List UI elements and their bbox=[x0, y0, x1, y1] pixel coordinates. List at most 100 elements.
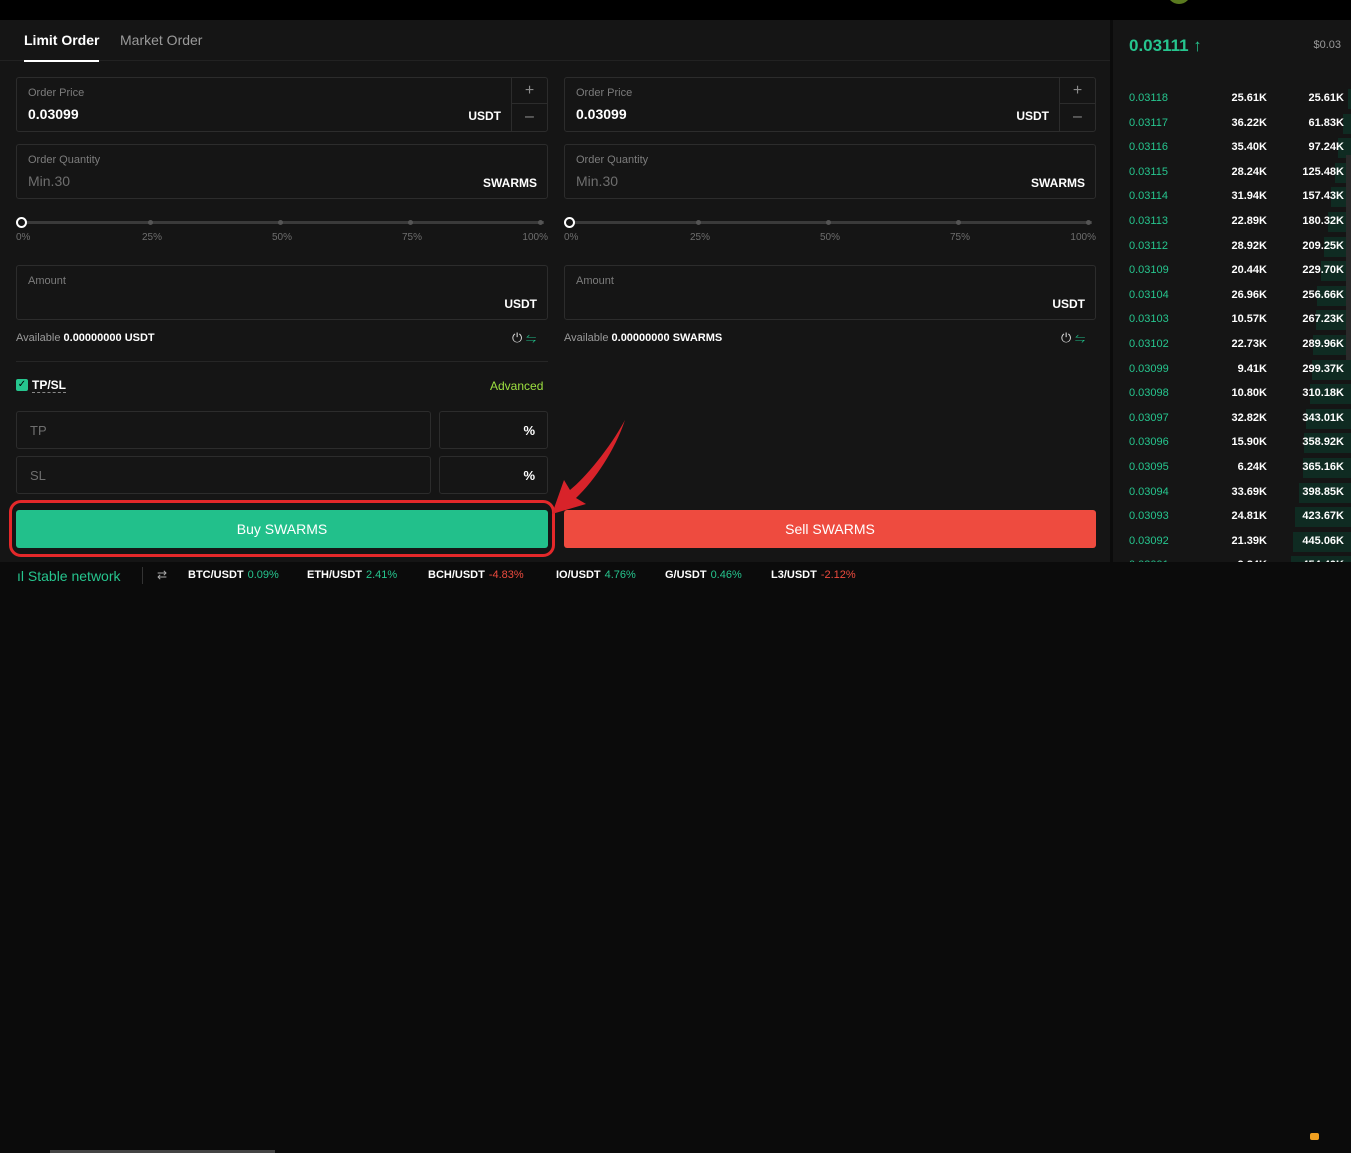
tab-market-order[interactable]: Market Order bbox=[120, 32, 202, 48]
sell-price-label: Order Price bbox=[576, 87, 633, 99]
sell-price-stepper: + – bbox=[1059, 78, 1095, 131]
trade-panel: Limit Order Market Order Order Price 0.0… bbox=[0, 20, 1110, 562]
order-size: 21.39K bbox=[1231, 534, 1267, 547]
sl-percent-unit: % bbox=[523, 468, 535, 483]
order-book-row[interactable]: 0.03112 28.92K 209.25K bbox=[1113, 235, 1351, 260]
slider-dot[interactable] bbox=[278, 220, 283, 225]
slider-dot[interactable] bbox=[538, 220, 543, 225]
order-total: 157.43K bbox=[1302, 190, 1344, 203]
tick-label: 100% bbox=[522, 232, 548, 243]
avatar[interactable] bbox=[1167, 0, 1191, 4]
order-book-row[interactable]: 0.03097 32.82K 343.01K bbox=[1113, 407, 1351, 432]
order-book-row[interactable]: 0.03118 25.61K 25.61K bbox=[1113, 87, 1351, 112]
buy-available: Available 0.00000000 USDT bbox=[16, 332, 155, 344]
tpsl-checkbox[interactable]: ✓ bbox=[16, 379, 28, 391]
order-book-row[interactable]: 0.03092 21.39K 445.06K bbox=[1113, 530, 1351, 555]
ticker-pair: BCH/USDT bbox=[428, 569, 485, 581]
order-book: 0.03111 ↑ $0.03 0.03118 25.61K 25.61K 0.031… bbox=[1113, 20, 1351, 577]
buy-price-value[interactable]: 0.03099 bbox=[28, 106, 79, 122]
tp-placeholder: TP bbox=[30, 423, 47, 438]
slider-knob[interactable] bbox=[16, 217, 27, 228]
order-type-tabs: Limit Order Market Order bbox=[0, 20, 1110, 62]
order-book-row[interactable]: 0.03094 33.69K 398.85K bbox=[1113, 481, 1351, 506]
tp-percent-input[interactable]: % bbox=[439, 411, 548, 449]
order-book-row[interactable]: 0.03104 26.96K 256.66K bbox=[1113, 284, 1351, 309]
depth-bar bbox=[1343, 113, 1351, 134]
order-book-row[interactable]: 0.03109 20.44K 229.70K bbox=[1113, 259, 1351, 284]
order-total: 310.18K bbox=[1302, 387, 1344, 400]
slider-dot[interactable] bbox=[696, 220, 701, 225]
ticker-item[interactable]: BCH/USDT -4.83% bbox=[428, 569, 524, 581]
advanced-link[interactable]: Advanced bbox=[490, 379, 543, 393]
buy-price-minus-button[interactable]: – bbox=[512, 104, 547, 130]
sell-price-minus-button[interactable]: – bbox=[1060, 104, 1095, 130]
order-book-row[interactable]: 0.03098 10.80K 310.18K bbox=[1113, 382, 1351, 407]
order-size: 25.61K bbox=[1231, 92, 1267, 104]
sl-input[interactable]: SL bbox=[16, 456, 431, 494]
buy-quantity-placeholder[interactable]: Min.30 bbox=[28, 173, 70, 189]
sell-price-plus-button[interactable]: + bbox=[1060, 78, 1095, 104]
available-label: Available bbox=[16, 332, 61, 344]
swap-icon[interactable]: ⇄ bbox=[157, 568, 167, 582]
tp-input[interactable]: TP bbox=[16, 411, 431, 449]
order-book-row[interactable]: 0.03096 15.90K 358.92K bbox=[1113, 431, 1351, 456]
sell-available-actions: ⏻ ⇋ bbox=[1061, 330, 1085, 346]
buy-price-field[interactable]: Order Price 0.03099 USDT + – bbox=[16, 77, 548, 132]
tab-limit-order[interactable]: Limit Order bbox=[24, 32, 100, 62]
ticker-item[interactable]: IO/USDT 4.76% bbox=[556, 569, 636, 581]
chat-icon[interactable] bbox=[1310, 1133, 1319, 1140]
sell-percentage-slider[interactable]: 0% 25% 50% 75% 100% bbox=[564, 211, 1096, 243]
order-book-row[interactable]: 0.03099 9.41K 299.37K bbox=[1113, 358, 1351, 383]
sell-amount-field[interactable]: Amount USDT bbox=[564, 265, 1096, 320]
order-book-row[interactable]: 0.03095 6.24K 365.16K bbox=[1113, 456, 1351, 481]
transfer-icon[interactable]: ⇋ bbox=[526, 330, 536, 345]
order-total: 229.70K bbox=[1302, 264, 1344, 277]
deposit-icon[interactable]: ⏻ bbox=[512, 330, 522, 345]
order-size: 6.24K bbox=[1237, 461, 1267, 473]
sell-price-value[interactable]: 0.03099 bbox=[576, 106, 627, 122]
buy-quantity-field[interactable]: Order Quantity Min.30 SWARMS bbox=[16, 144, 548, 199]
slider-dot[interactable] bbox=[1086, 220, 1091, 225]
order-book-row[interactable]: 0.03093 24.81K 423.67K bbox=[1113, 505, 1351, 530]
buy-price-plus-button[interactable]: + bbox=[512, 78, 547, 104]
ticker-item[interactable]: G/USDT 0.46% bbox=[665, 569, 742, 581]
annotation-arrow-icon bbox=[552, 420, 625, 514]
top-bar bbox=[0, 0, 1351, 20]
order-book-row[interactable]: 0.03113 22.89K 180.32K bbox=[1113, 210, 1351, 235]
ticker-item[interactable]: ETH/USDT 2.41% bbox=[307, 569, 397, 581]
sell-button[interactable]: Sell SWARMS bbox=[564, 510, 1096, 548]
scrollbar[interactable] bbox=[1346, 155, 1351, 360]
slider-knob[interactable] bbox=[564, 217, 575, 228]
slider-dot[interactable] bbox=[826, 220, 831, 225]
buy-percentage-slider[interactable]: 0% 25% 50% 75% 100% bbox=[16, 211, 548, 243]
divider bbox=[142, 567, 143, 584]
slider-dot[interactable] bbox=[148, 220, 153, 225]
order-price: 0.03104 bbox=[1129, 288, 1169, 301]
deposit-icon[interactable]: ⏻ bbox=[1061, 330, 1071, 345]
ticker-item[interactable]: BTC/USDT 0.09% bbox=[188, 569, 279, 581]
ticker-change: 4.76% bbox=[604, 569, 636, 581]
tpsl-label[interactable]: TP/SL bbox=[32, 379, 67, 393]
slider-dot[interactable] bbox=[408, 220, 413, 225]
order-price: 0.03098 bbox=[1129, 387, 1169, 400]
transfer-icon[interactable]: ⇋ bbox=[1075, 330, 1085, 345]
tick-label: 50% bbox=[272, 232, 293, 243]
slider-dot[interactable] bbox=[956, 220, 961, 225]
sl-percent-input[interactable]: % bbox=[439, 456, 548, 494]
ticker-pair: ETH/USDT bbox=[307, 569, 362, 581]
sell-quantity-label: Order Quantity bbox=[576, 154, 649, 166]
order-book-row[interactable]: 0.03116 35.40K 97.24K bbox=[1113, 136, 1351, 161]
order-book-row[interactable]: 0.03114 31.94K 157.43K bbox=[1113, 185, 1351, 210]
order-book-row[interactable]: 0.03115 28.24K 125.48K bbox=[1113, 161, 1351, 186]
ticker-item[interactable]: L3/USDT -2.12% bbox=[771, 569, 856, 581]
order-book-row[interactable]: 0.03117 36.22K 61.83K bbox=[1113, 112, 1351, 137]
sell-quantity-field[interactable]: Order Quantity Min.30 SWARMS bbox=[564, 144, 1096, 199]
sell-price-field[interactable]: Order Price 0.03099 USDT + – bbox=[564, 77, 1096, 132]
order-book-row[interactable]: 0.03103 10.57K 267.23K bbox=[1113, 308, 1351, 333]
order-price: 0.03097 bbox=[1129, 411, 1169, 424]
order-total: 445.06K bbox=[1302, 534, 1344, 547]
sell-quantity-placeholder[interactable]: Min.30 bbox=[576, 173, 618, 189]
order-book-row[interactable]: 0.03102 22.73K 289.96K bbox=[1113, 333, 1351, 358]
buy-amount-field[interactable]: Amount USDT bbox=[16, 265, 548, 320]
order-price: 0.03113 bbox=[1129, 215, 1168, 227]
